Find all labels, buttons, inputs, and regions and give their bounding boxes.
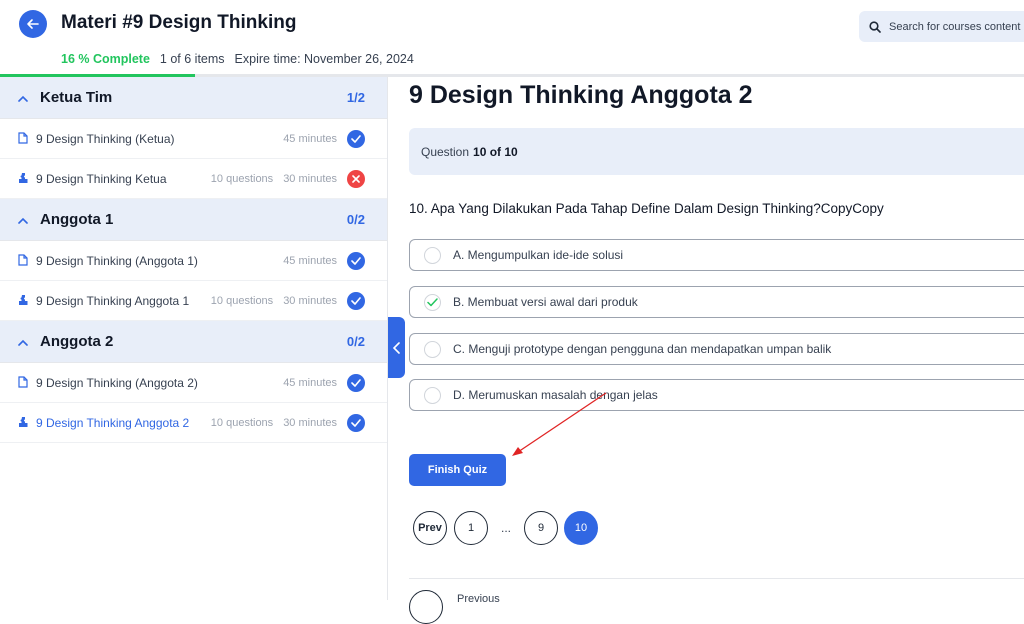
radio-unchecked-icon[interactable] (424, 340, 441, 358)
question-count: 10 questions (210, 416, 274, 429)
duration: 30 minutes (283, 294, 337, 307)
lesson-item[interactable]: 9 Design Thinking Anggota 1 10 questions 3… (0, 281, 387, 321)
items-count: 1 of 6 items (159, 52, 225, 66)
check-circle-icon (347, 413, 365, 432)
puzzle-icon (18, 172, 30, 185)
lesson-name: 9 Design Thinking (Anggota 1) (36, 253, 198, 268)
search-icon (869, 20, 881, 33)
previous-lesson-link[interactable]: Previous (409, 590, 500, 624)
page-1-button[interactable]: 1 (454, 511, 488, 545)
lesson-name: 9 Design Thinking (Ketua) (36, 131, 175, 146)
puzzle-icon (18, 294, 30, 307)
section-header-ketua-tim[interactable]: Ketua Tim 1/2 (0, 77, 387, 119)
lesson-item[interactable]: 9 Design Thinking (Anggota 1) 45 minutes (0, 241, 387, 281)
divider (409, 578, 1024, 579)
prev-page-button[interactable]: Prev (413, 511, 447, 545)
lesson-item[interactable]: 9 Design Thinking Anggota 2 10 questions 3… (0, 403, 387, 443)
duration: 45 minutes (283, 254, 337, 267)
pagination-ellipsis: ... (500, 521, 511, 535)
check-circle-icon (347, 251, 365, 270)
page-9-button[interactable]: 9 (524, 511, 558, 545)
lesson-item[interactable]: 9 Design Thinking Ketua 10 questions 30 mi… (0, 159, 387, 199)
curriculum-sidebar: Ketua Tim 1/2 9 Design Thinking (Ketua) 45 … (0, 77, 388, 600)
finish-quiz-button[interactable]: Finish Quiz (409, 454, 506, 486)
chevron-up-icon (18, 213, 32, 227)
question-count: 10 questions (210, 294, 274, 307)
question-label: Question (421, 144, 470, 159)
chevron-left-icon (392, 341, 400, 354)
search-box[interactable] (859, 11, 1024, 42)
question-progress: 10 of 10 (473, 144, 518, 159)
search-input[interactable] (889, 20, 1024, 33)
back-button[interactable] (19, 10, 47, 38)
lesson-item[interactable]: 9 Design Thinking (Ketua) 45 minutes (0, 119, 387, 159)
lesson-title: 9 Design Thinking Anggota 2 (409, 81, 753, 109)
document-icon (18, 376, 30, 389)
duration: 45 minutes (283, 376, 337, 389)
lesson-name: 9 Design Thinking Ketua (36, 171, 167, 186)
puzzle-icon (18, 416, 30, 429)
section-count: 1/2 (346, 90, 365, 105)
question-text: 10. Apa Yang Dilakukan Pada Tahap Define… (409, 201, 884, 216)
lesson-name: 9 Design Thinking (Anggota 2) (36, 375, 198, 390)
previous-label: Previous (457, 593, 500, 605)
radio-checked-icon[interactable] (424, 293, 441, 311)
radio-unchecked-icon[interactable] (424, 246, 441, 264)
section-header-anggota-1[interactable]: Anggota 1 0/2 (0, 199, 387, 241)
check-icon (427, 297, 438, 306)
arrow-left-icon (27, 19, 39, 29)
radio-unchecked-icon[interactable] (424, 386, 441, 404)
document-icon (18, 132, 30, 145)
section-title: Ketua Tim (40, 89, 113, 106)
page-10-button[interactable]: 10 (564, 511, 598, 545)
option-label: B. Membuat versi awal dari produk (453, 295, 638, 309)
section-title: Anggota 1 (40, 211, 114, 228)
section-header-anggota-2[interactable]: Anggota 2 0/2 (0, 321, 387, 363)
answer-option-b[interactable]: B. Membuat versi awal dari produk (409, 286, 1024, 318)
duration: 30 minutes (283, 416, 337, 429)
section-count: 0/2 (346, 334, 365, 349)
lesson-name: 9 Design Thinking Anggota 2 (36, 415, 190, 430)
chevron-up-icon (18, 91, 32, 105)
question-pagination: Prev 1 ... 9 10 (413, 511, 598, 545)
check-circle-icon (347, 291, 365, 310)
duration: 45 minutes (283, 132, 337, 145)
lesson-item[interactable]: 9 Design Thinking (Anggota 2) 45 minutes (0, 363, 387, 403)
section-count: 0/2 (346, 212, 365, 227)
check-circle-icon (347, 129, 365, 148)
answer-option-a[interactable]: A. Mengumpulkan ide-ide solusi (409, 239, 1024, 271)
document-icon (18, 254, 30, 267)
cross-circle-icon (347, 169, 365, 188)
option-label: C. Menguji prototype dengan pengguna dan… (453, 342, 832, 356)
previous-arrow-icon (409, 590, 443, 624)
course-meta: 16 % Complete 1 of 6 items Expire time: … (61, 52, 414, 66)
question-progress-bar: Question 10 of 10 (409, 128, 1024, 175)
lesson-name: 9 Design Thinking Anggota 1 (36, 293, 190, 308)
question-count: 10 questions (210, 172, 274, 185)
course-title: Materi #9 Design Thinking (61, 12, 297, 33)
section-title: Anggota 2 (40, 333, 114, 350)
answer-option-c[interactable]: C. Menguji prototype dengan pengguna dan… (409, 333, 1024, 365)
option-label: D. Merumuskan masalah dengan jelas (453, 388, 658, 402)
sidebar-toggle-button[interactable] (388, 317, 405, 378)
answer-option-d[interactable]: D. Merumuskan masalah dengan jelas (409, 379, 1024, 411)
chevron-up-icon (18, 335, 32, 349)
check-circle-icon (347, 373, 365, 392)
completion-percent: 16 % Complete (61, 52, 150, 66)
expire-time: Expire time: November 26, 2024 (234, 52, 414, 66)
course-header: Materi #9 Design Thinking 16 % Complete … (0, 0, 1024, 77)
duration: 30 minutes (283, 172, 337, 185)
option-label: A. Mengumpulkan ide-ide solusi (453, 248, 624, 262)
